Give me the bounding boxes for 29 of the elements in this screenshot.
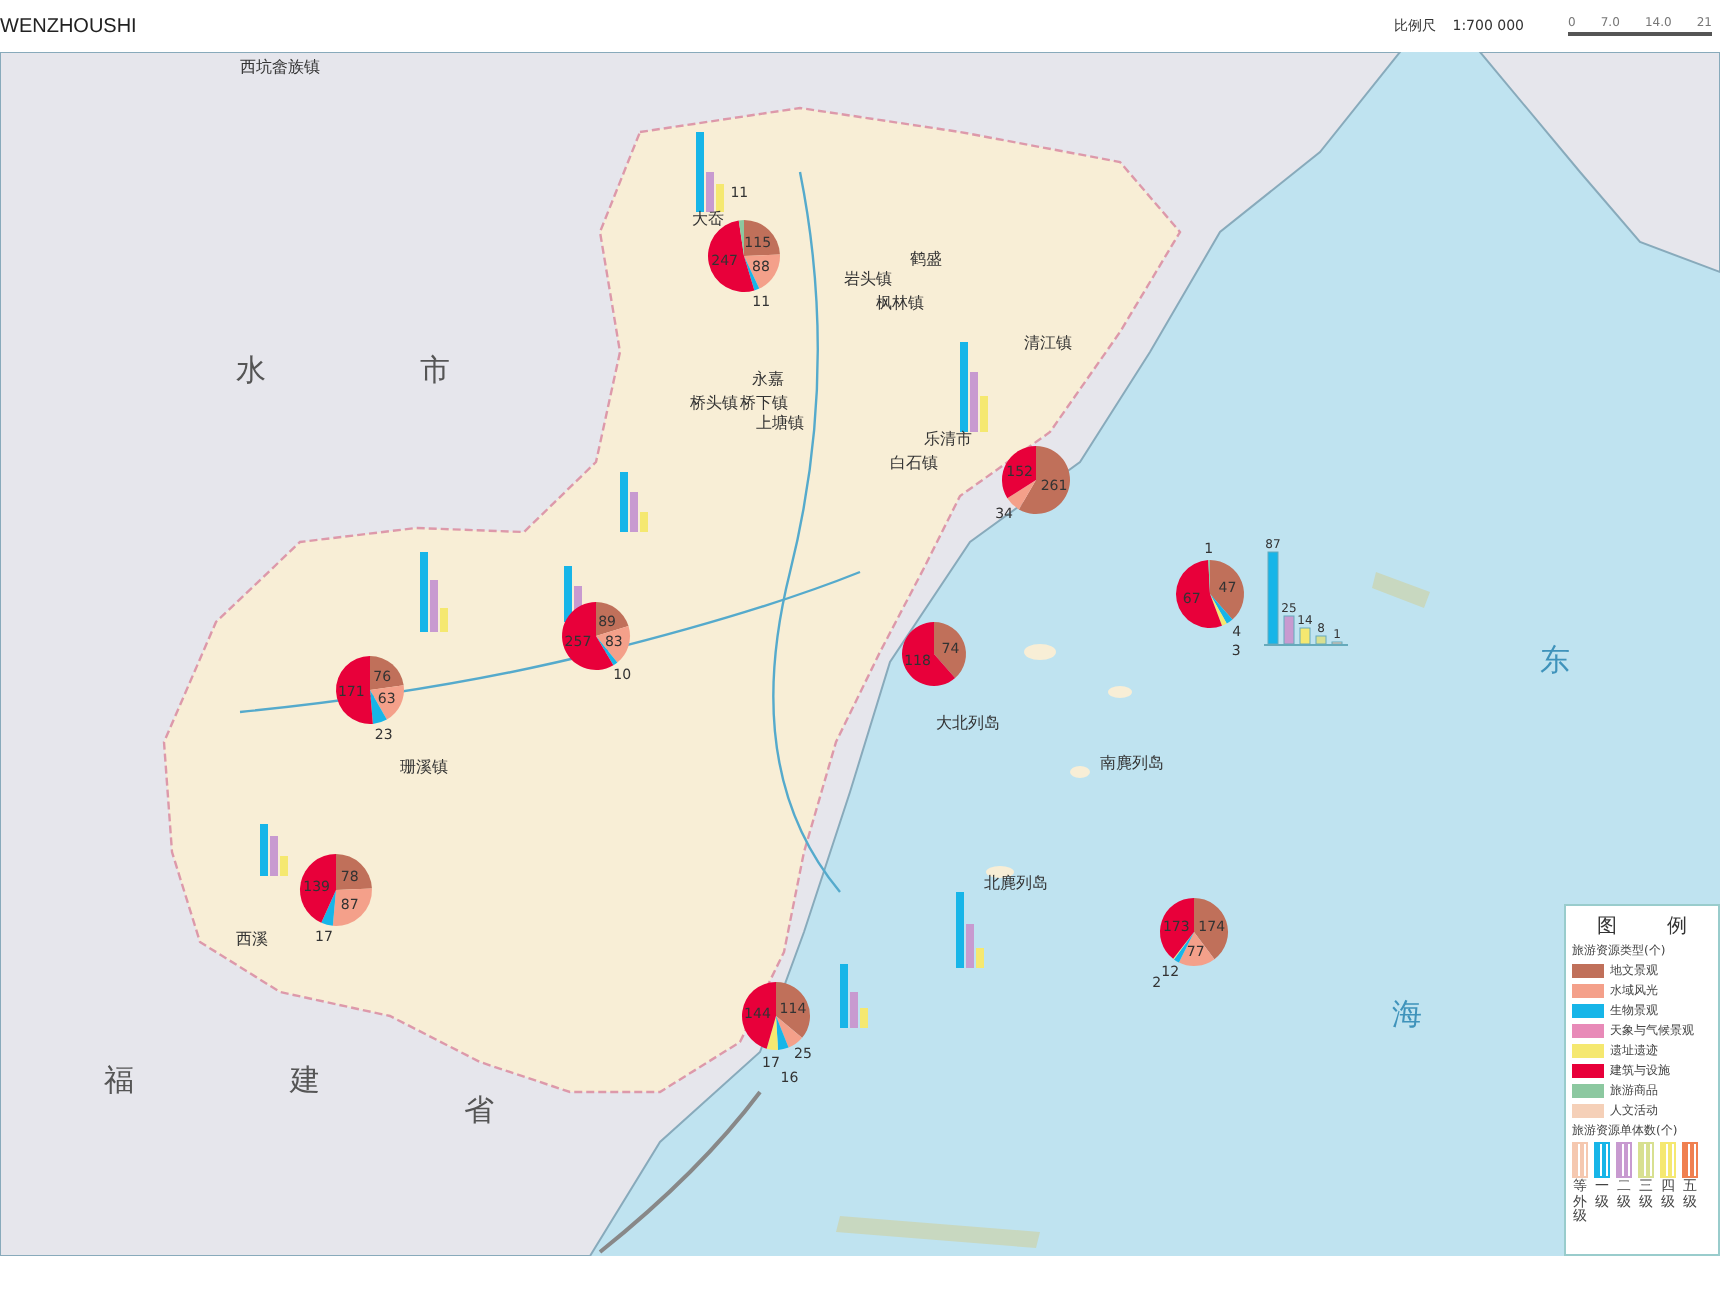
place-label: 大岙: [692, 208, 724, 230]
region-label: 水: [236, 352, 266, 390]
place-label: 大北列岛: [936, 712, 1000, 734]
scale-bar-icon: [1568, 31, 1712, 35]
place-label: 上塘镇: [756, 412, 804, 434]
place-label: 西溪: [236, 928, 268, 950]
sea-label: 东: [1540, 642, 1570, 680]
region-label: 省: [464, 1092, 494, 1130]
place-label: 桥下镇: [740, 392, 788, 414]
legend-title: 例: [1667, 914, 1687, 940]
bar-graph-drawing: [1264, 551, 1349, 646]
place-label: 珊溪镇: [400, 756, 448, 778]
place-label: 白石镇: [890, 452, 938, 474]
place-label: 桥头镇: [690, 392, 738, 414]
place-label: 永嘉: [752, 368, 784, 390]
map-title: WENZHOUSHI: [0, 15, 139, 37]
region-label: 福: [104, 1062, 134, 1100]
place-label: 西坑畲族镇: [240, 56, 320, 78]
place-label: 南麂列岛: [1100, 752, 1164, 774]
sea-label: 海: [1392, 996, 1422, 1034]
place-label: 北麂列岛: [984, 872, 1048, 894]
place-label: 岩头镇: [844, 268, 892, 290]
place-label: 鹤盛: [910, 248, 942, 270]
place-label: 枫林镇: [876, 292, 924, 314]
place-label: 清江镇: [1024, 332, 1072, 354]
legend-title: 图: [1597, 914, 1617, 940]
region-label: 市: [420, 352, 450, 390]
region-label: 建: [290, 1062, 320, 1100]
place-label: 乐清市: [924, 428, 972, 450]
